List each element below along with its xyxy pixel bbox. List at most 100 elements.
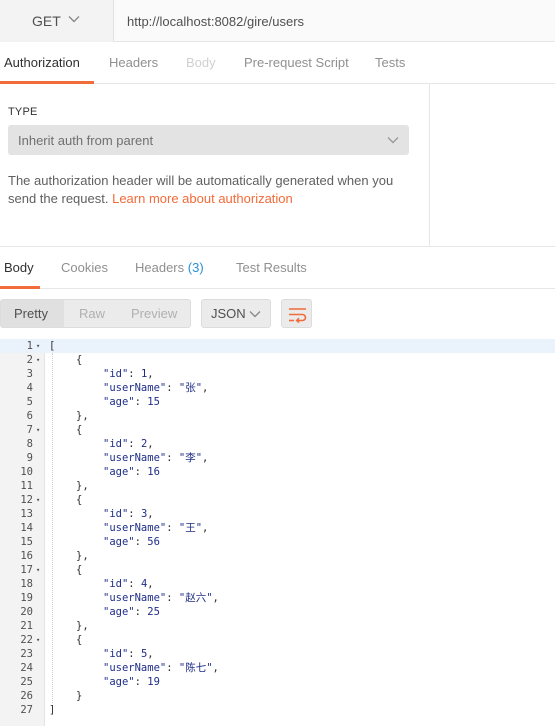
line-number: 22	[20, 634, 33, 646]
line-number: 4	[26, 382, 33, 394]
line-number: 15	[20, 536, 33, 548]
line-number: 5	[26, 396, 33, 408]
code-line: 14 "userName": "王",	[0, 521, 555, 535]
code-text: "age": 25	[103, 606, 160, 618]
code-line: 21},	[0, 619, 555, 633]
code-text: "userName": "陈七",	[103, 662, 219, 674]
auth-type-value: Inherit auth from parent	[18, 133, 154, 148]
tab-pre-request-script[interactable]: Pre-request Script	[244, 42, 349, 84]
indent-guide	[52, 353, 53, 703]
code-line: 5 "age": 15	[0, 395, 555, 409]
line-number: 2	[26, 354, 33, 366]
fold-toggle-icon[interactable]: ▾	[36, 493, 40, 507]
code-text: [	[49, 340, 56, 352]
code-line: 25 "age": 19	[0, 675, 555, 689]
code-text: "id": 3,	[103, 508, 154, 520]
view-pretty-button[interactable]: Pretty	[1, 300, 64, 327]
code-line: 22 ▾ {	[0, 633, 555, 647]
format-select[interactable]: JSON	[201, 299, 271, 328]
learn-more-link[interactable]: Learn more about authorization	[112, 191, 293, 206]
tab-authorization[interactable]: Authorization	[4, 42, 80, 84]
tab-tests[interactable]: Tests	[375, 42, 405, 84]
line-number: 7	[26, 424, 33, 436]
code-line: 9 "userName": "李",	[0, 451, 555, 465]
code-line: 3 "id": 1,	[0, 367, 555, 381]
code-text: },	[76, 620, 89, 632]
view-preview-button[interactable]: Preview	[131, 306, 177, 321]
line-number: 25	[20, 676, 33, 688]
code-text: {	[76, 424, 83, 436]
view-mode-group: Pretty Raw Preview	[0, 299, 191, 328]
code-text: },	[76, 550, 89, 562]
code-text: "userName": "王",	[103, 522, 209, 534]
request-bar: GET http://localhost:8082/gire/users	[0, 0, 555, 42]
authorization-panel: TYPE Inherit auth from parent The author…	[0, 84, 430, 246]
code-line: 24 "userName": "陈七",	[0, 661, 555, 675]
code-text: {	[76, 634, 83, 646]
code-text: "userName": "赵六",	[103, 592, 219, 604]
url-input[interactable]: http://localhost:8082/gire/users	[127, 14, 304, 29]
line-number: 19	[20, 592, 33, 604]
code-line: 20 "age": 25	[0, 605, 555, 619]
tab-headers[interactable]: Headers	[109, 42, 158, 84]
wrap-line-button[interactable]	[281, 299, 312, 328]
code-line: 19 "userName": "赵六",	[0, 591, 555, 605]
line-number: 21	[20, 620, 33, 632]
line-number: 18	[20, 578, 33, 590]
code-text: "userName": "张",	[103, 382, 209, 394]
code-line: 4 "userName": "张",	[0, 381, 555, 395]
line-number: 23	[20, 648, 33, 660]
fold-toggle-icon[interactable]: ▾	[36, 633, 40, 647]
tab-body[interactable]: Body	[186, 42, 216, 84]
code-text: "age": 15	[103, 396, 160, 408]
code-text: "userName": "李",	[103, 452, 209, 464]
response-body-editor[interactable]: 1 ▾[2 ▾{3 "id": 1, 4 "userName": "张", 5 "age": …	[0, 339, 555, 726]
chevron-down-icon	[249, 311, 261, 318]
view-pretty-label: Pretty	[14, 306, 48, 321]
line-number: 20	[20, 606, 33, 618]
code-line: 7 ▾ {	[0, 423, 555, 437]
format-value: JSON	[211, 306, 246, 321]
line-number: 24	[20, 662, 33, 674]
code-text: "id": 2,	[103, 438, 154, 450]
fold-toggle-icon[interactable]: ▾	[36, 423, 40, 437]
wrap-line-icon	[289, 308, 307, 323]
code-line: 23 "id": 5,	[0, 647, 555, 661]
code-text: "age": 19	[103, 676, 160, 688]
code-text: {	[76, 354, 83, 366]
code-text: "id": 1,	[103, 368, 154, 380]
auth-type-select[interactable]: Inherit auth from parent	[8, 125, 409, 155]
code-line: 27]	[0, 703, 555, 717]
view-raw-button[interactable]: Raw	[79, 306, 105, 321]
response-headers-label: Headers	[135, 260, 185, 275]
headers-count-badge: (3)	[187, 260, 204, 275]
code-text: "age": 56	[103, 536, 160, 548]
fold-toggle-icon[interactable]: ▾	[36, 353, 40, 367]
line-number: 8	[26, 438, 33, 450]
response-toolbar: Pretty Raw Preview JSON	[0, 289, 555, 339]
line-number: 13	[20, 508, 33, 520]
line-number: 27	[20, 704, 33, 716]
code-line: 11},	[0, 479, 555, 493]
code-line: 2 ▾ {	[0, 353, 555, 367]
code-line: 16},	[0, 549, 555, 563]
line-number: 17	[20, 564, 33, 576]
code-line: 1 ▾ [	[0, 339, 555, 353]
tab-response-body[interactable]: Body	[4, 247, 34, 289]
chevron-down-icon	[68, 16, 80, 23]
tab-cookies[interactable]: Cookies	[61, 247, 108, 289]
fold-toggle-icon[interactable]: ▾	[36, 563, 40, 577]
code-line: 8 "id": 2,	[0, 437, 555, 451]
type-label: TYPE	[8, 106, 38, 118]
code-text: },	[76, 410, 89, 422]
request-tabs: Authorization Headers Body Pre-request S…	[0, 42, 555, 84]
tab-test-results[interactable]: Test Results	[236, 247, 307, 289]
code-text: ]	[49, 704, 56, 716]
line-number: 14	[20, 522, 33, 534]
fold-toggle-icon[interactable]: ▾	[36, 339, 40, 353]
code-text: }	[76, 690, 83, 702]
tab-response-headers[interactable]: Headers (3)	[135, 247, 204, 289]
method-selector[interactable]: GET	[0, 0, 114, 42]
line-number: 9	[26, 452, 33, 464]
line-number: 6	[26, 410, 33, 422]
